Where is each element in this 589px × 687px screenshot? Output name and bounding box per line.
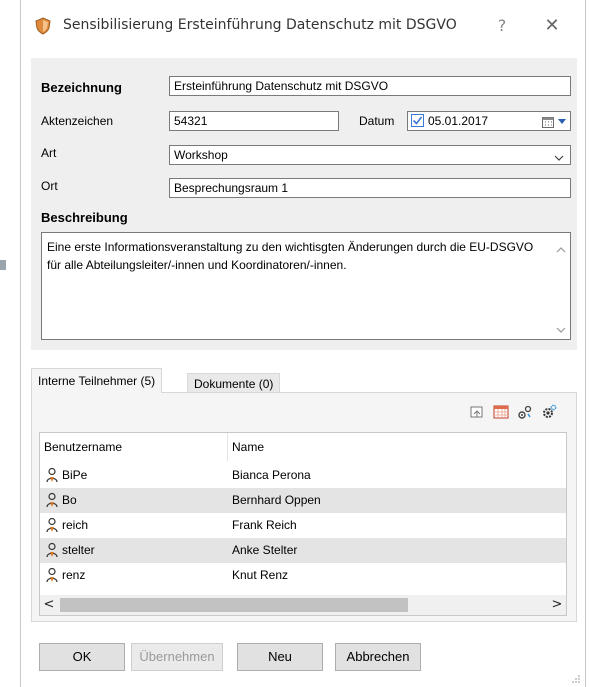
- beschreibung-text: Eine erste Informationsveranstaltung zu …: [47, 240, 534, 272]
- username: renz: [62, 568, 86, 582]
- column-header-name[interactable]: Name: [228, 433, 264, 461]
- window-title: Sensibilisierung Ersteinführung Datensch…: [63, 17, 457, 33]
- art-value: Workshop: [174, 148, 228, 162]
- username: BiPe: [62, 468, 88, 482]
- import-icon[interactable]: [469, 404, 485, 420]
- scroll-up-icon[interactable]: [556, 243, 566, 253]
- datum-label: Datum: [359, 114, 395, 128]
- art-label: Art: [41, 146, 57, 160]
- ok-button[interactable]: OK: [39, 643, 125, 671]
- chevron-down-icon[interactable]: [554, 150, 564, 161]
- username: reich: [62, 518, 89, 532]
- user-icon: [46, 517, 58, 533]
- full-name: Frank Reich: [232, 518, 297, 532]
- user-icon: [46, 492, 58, 508]
- dialog-window: Sensibilisierung Ersteinführung Datensch…: [20, 0, 586, 687]
- table-row[interactable]: BiPe Bianca Perona: [40, 463, 566, 488]
- help-button[interactable]: ?: [491, 14, 513, 38]
- user-icon: [46, 567, 58, 583]
- tab-dokumente[interactable]: Dokumente (0): [187, 373, 281, 394]
- tab-interne-teilnehmer[interactable]: Interne Teilnehmer (5): [31, 368, 163, 393]
- ort-label: Ort: [41, 179, 58, 193]
- cancel-button[interactable]: Abbrechen: [335, 643, 421, 671]
- scrollbar-thumb[interactable]: [60, 598, 408, 612]
- table-row[interactable]: Bo Bernhard Oppen: [40, 488, 566, 513]
- scroll-left-icon[interactable]: <: [40, 595, 58, 615]
- datum-picker[interactable]: 05.01.2017: [407, 111, 571, 131]
- username: stelter: [62, 543, 95, 557]
- full-name: Anke Stelter: [232, 543, 298, 557]
- calendar-grid-icon[interactable]: [493, 404, 509, 420]
- table-row[interactable]: renz Knut Renz: [40, 563, 566, 588]
- table-row[interactable]: stelter Anke Stelter: [40, 538, 566, 563]
- bezeichnung-label: Bezeichnung: [41, 80, 122, 95]
- username: Bo: [62, 493, 77, 507]
- close-button[interactable]: ✕: [537, 14, 567, 38]
- beschreibung-label: Beschreibung: [41, 210, 128, 225]
- horizontal-scrollbar[interactable]: < >: [40, 595, 566, 615]
- gear-icon[interactable]: [541, 404, 557, 420]
- shield-icon: [33, 16, 53, 36]
- datum-value: 05.01.2017: [428, 114, 489, 128]
- apply-button[interactable]: Übernehmen: [131, 643, 223, 671]
- bezeichnung-field[interactable]: Ersteinführung Datenschutz mit DSGVO: [169, 76, 571, 96]
- participants-table: Benutzername Name BiPe Bianca Perona Bo …: [39, 432, 567, 616]
- full-name: Bernhard Oppen: [232, 493, 321, 507]
- calendar-icon[interactable]: [542, 115, 554, 128]
- aktenzeichen-label: Aktenzeichen: [41, 114, 114, 128]
- datum-checkbox[interactable]: [411, 114, 424, 127]
- aktenzeichen-field[interactable]: 54321: [169, 111, 339, 131]
- full-name: Knut Renz: [232, 568, 289, 582]
- beschreibung-textarea[interactable]: Eine erste Informationsveranstaltung zu …: [41, 232, 571, 340]
- user-icon: [46, 542, 58, 558]
- full-name: Bianca Perona: [232, 468, 311, 482]
- background-window-edge: [0, 260, 6, 270]
- column-header-benutzername[interactable]: Benutzername: [40, 433, 122, 461]
- user-icon: [46, 467, 58, 483]
- details-group: Bezeichnung Ersteinführung Datenschutz m…: [31, 58, 577, 350]
- new-button[interactable]: Neu: [237, 643, 323, 671]
- art-select[interactable]: Workshop: [169, 145, 571, 165]
- title-bar: Sensibilisierung Ersteinführung Datensch…: [21, 0, 585, 52]
- users-settings-icon[interactable]: [517, 404, 533, 420]
- scroll-right-icon[interactable]: >: [548, 595, 566, 615]
- table-row[interactable]: reich Frank Reich: [40, 513, 566, 538]
- resize-grip-icon[interactable]: [571, 673, 581, 683]
- chevron-down-icon[interactable]: [558, 119, 566, 124]
- ort-field[interactable]: Besprechungsraum 1: [169, 178, 571, 198]
- scroll-down-icon[interactable]: [556, 323, 566, 333]
